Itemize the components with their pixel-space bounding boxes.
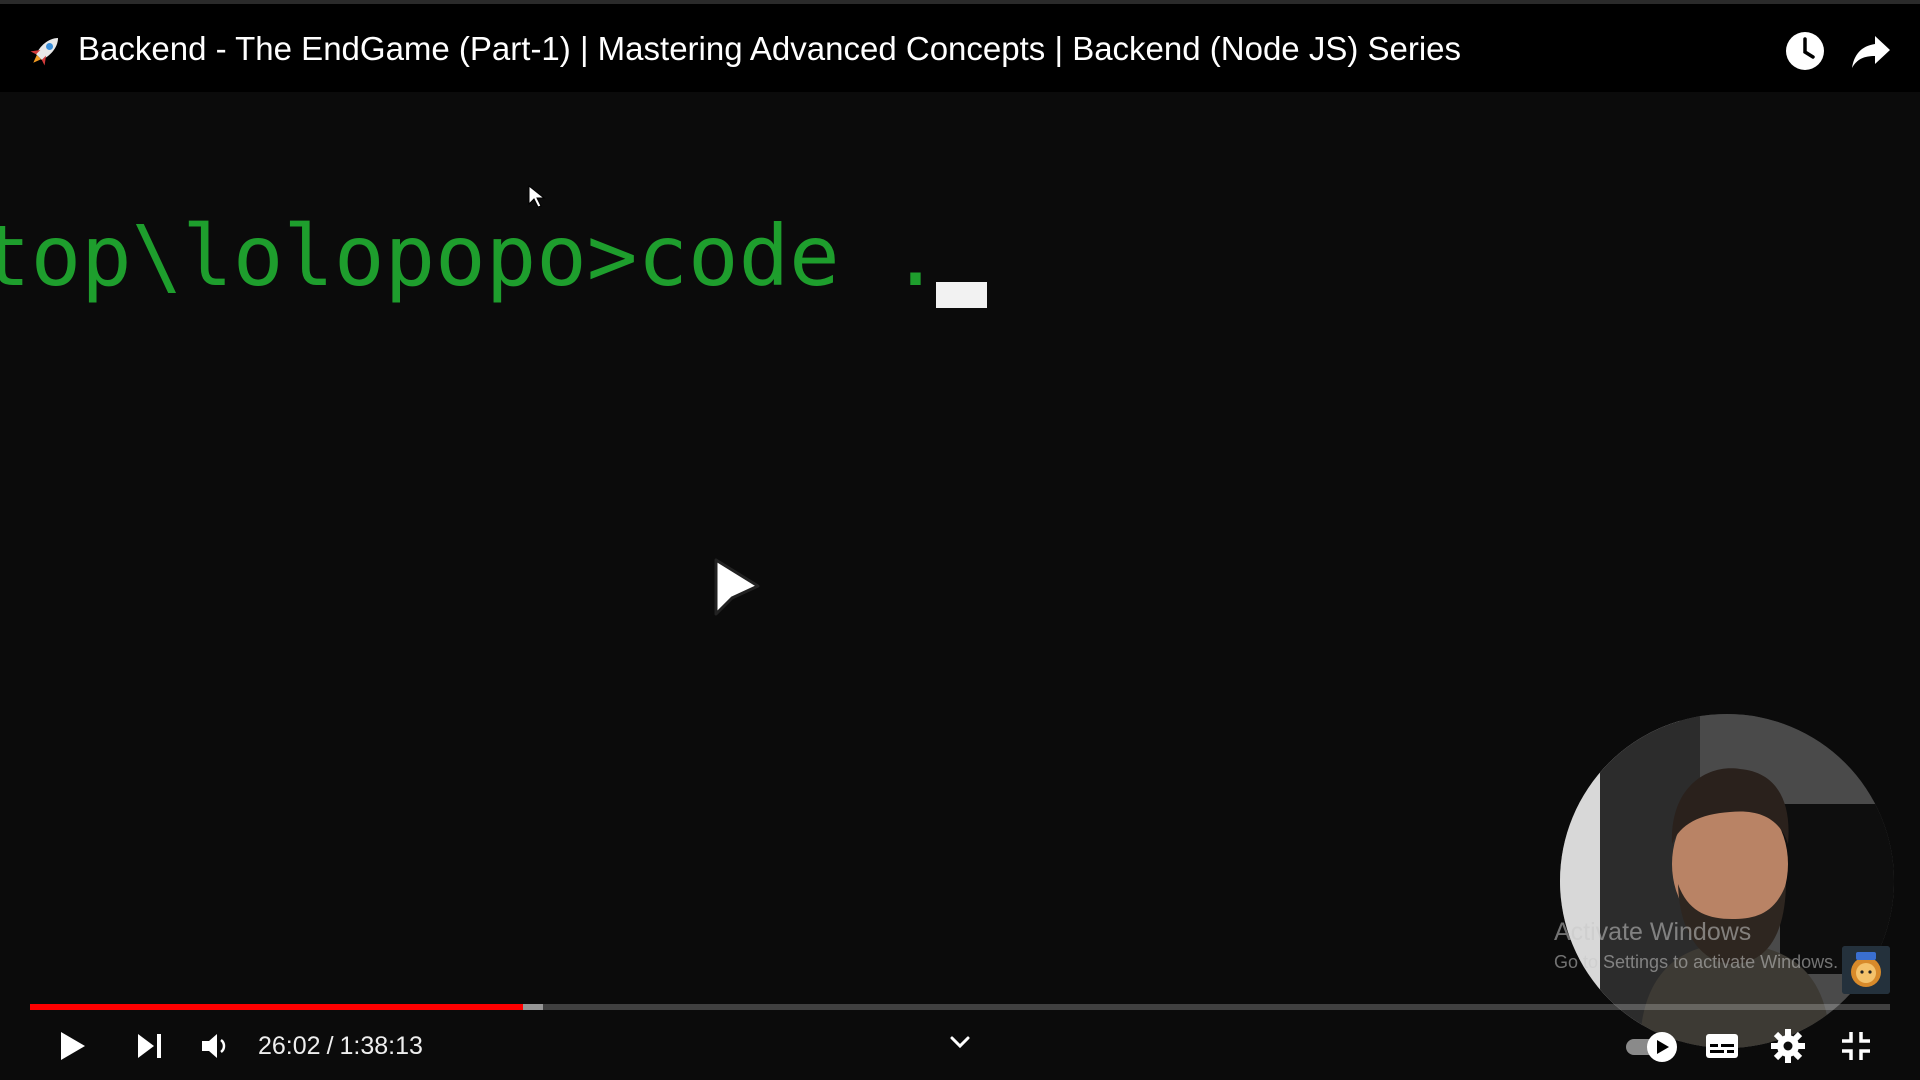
fullscreen-exit-icon[interactable] — [1836, 1026, 1876, 1066]
share-arrow-icon[interactable] — [1848, 28, 1894, 74]
clock-icon[interactable] — [1782, 28, 1828, 74]
progress-bar[interactable] — [30, 1004, 1890, 1010]
gear-icon[interactable] — [1768, 1026, 1808, 1066]
current-time: 26:02 — [258, 1032, 321, 1060]
subtitles-icon[interactable] — [1702, 1026, 1742, 1066]
terminal-command-text: top\lolopopo>code . — [0, 207, 941, 305]
time-separator: / — [326, 1032, 334, 1060]
mouse-pointer-icon — [528, 185, 546, 208]
rocket-icon[interactable] — [26, 30, 66, 70]
time-display: 26:02/1:38:13 — [258, 1031, 423, 1061]
video-player[interactable]: Backend - The EndGame (Part-1) | Masteri… — [0, 0, 1920, 1080]
activate-windows-subtitle: Go to Settings to activate Windows. — [1554, 952, 1839, 972]
video-title[interactable]: Backend - The EndGame (Part-1) | Masteri… — [78, 28, 1461, 70]
play-icon[interactable] — [52, 1026, 92, 1066]
chevron-down-icon[interactable] — [942, 1024, 978, 1060]
presenter-webcam — [1560, 714, 1894, 1048]
title-bar: Backend - The EndGame (Part-1) | Masteri… — [0, 0, 1920, 92]
lion-avatar-icon — [1842, 946, 1890, 994]
volume-icon[interactable] — [196, 1026, 236, 1066]
activate-windows-title: Activate Windows — [1554, 918, 1752, 946]
played-progress — [30, 1004, 523, 1010]
autoplay-toggle-icon[interactable] — [1624, 1030, 1680, 1064]
skip-next-icon[interactable] — [130, 1026, 170, 1066]
mouse-pointer-icon — [714, 558, 760, 616]
terminal-caret — [936, 282, 987, 308]
duration: 1:38:13 — [339, 1032, 423, 1060]
